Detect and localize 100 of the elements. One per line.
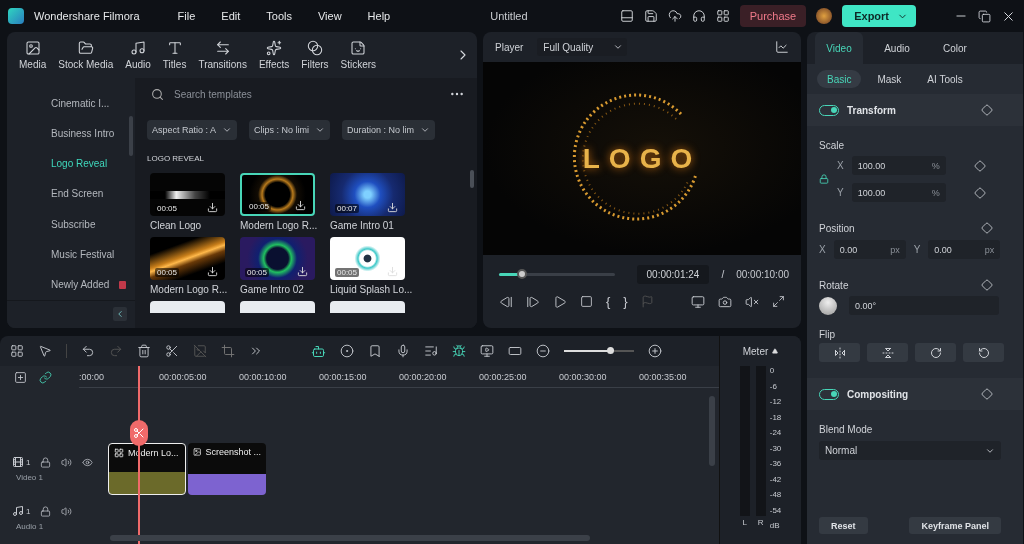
subtab[interactable]: Basic: [817, 70, 862, 88]
media-tab[interactable]: Media: [13, 40, 53, 70]
rotate-right-button[interactable]: [915, 343, 956, 362]
chart-icon[interactable]: [775, 40, 789, 54]
lock-icon[interactable]: [40, 456, 52, 468]
search-field[interactable]: Search templates: [172, 87, 441, 101]
flip-vertical-button[interactable]: [867, 343, 908, 362]
record-icon[interactable]: [340, 344, 354, 358]
stop-icon[interactable]: [580, 295, 593, 308]
eye-icon[interactable]: [82, 456, 94, 468]
media-tab[interactable]: Effects: [252, 40, 296, 70]
media-tab[interactable]: Filters: [295, 40, 335, 70]
quality-dropdown[interactable]: Full Quality: [537, 38, 628, 56]
keyframe-icon[interactable]: [981, 222, 993, 234]
rotate-left-icon[interactable]: [977, 346, 990, 359]
rotate-field[interactable]: 0.00°: [849, 296, 999, 315]
next-frame-icon[interactable]: [526, 294, 540, 309]
pointer-icon[interactable]: [38, 344, 52, 358]
keyframe-icon[interactable]: [973, 159, 986, 172]
speaker-icon[interactable]: [61, 456, 73, 468]
effects-icon[interactable]: [266, 40, 283, 56]
fullscreen-icon[interactable]: [772, 295, 785, 308]
stock-icon[interactable]: [77, 40, 94, 56]
grid-icon[interactable]: [715, 9, 730, 23]
keyframe-panel-button[interactable]: Keyframe Panel: [909, 517, 1001, 534]
category-item[interactable]: Newly Added: [7, 269, 135, 300]
download-icon[interactable]: [207, 202, 218, 213]
media-tab[interactable]: Transitions: [192, 40, 253, 70]
zoom-thumb[interactable]: [606, 347, 614, 354]
category-item[interactable]: Cinematic I...: [7, 88, 135, 119]
media-tab[interactable]: Stickers: [334, 40, 383, 70]
link-icon[interactable]: [39, 370, 52, 384]
subtab[interactable]: AI Tools: [917, 70, 973, 88]
template-card[interactable]: 00:05 Modern Logo R...: [150, 237, 236, 295]
scale-x-field[interactable]: 100.00 %: [851, 156, 946, 175]
property-tab[interactable]: Audio: [873, 32, 921, 64]
keyframe-icon[interactable]: [981, 104, 993, 116]
scale-y-field[interactable]: 100.00 %: [851, 183, 946, 202]
position-x-field[interactable]: 0.00 px: [833, 240, 906, 259]
position-y-field[interactable]: 0.00 px: [928, 240, 1001, 259]
reset-button[interactable]: Reset: [819, 517, 868, 534]
category-item[interactable]: Subscribe: [7, 208, 135, 240]
caret-icon[interactable]: [772, 348, 779, 354]
menu-item[interactable]: View: [309, 10, 350, 22]
keyframe-icon[interactable]: [981, 388, 993, 400]
media-tab[interactable]: Audio: [119, 40, 157, 70]
download-icon[interactable]: [387, 202, 398, 213]
undo-icon[interactable]: [81, 344, 95, 358]
download-icon[interactable]: [297, 266, 308, 277]
mute-icon[interactable]: [745, 294, 759, 309]
export-button[interactable]: Export: [842, 5, 916, 27]
music-list-icon[interactable]: [424, 344, 438, 358]
progress-thumb[interactable]: [517, 269, 528, 279]
download-icon[interactable]: [295, 200, 306, 211]
media-tab[interactable]: Stock Media: [52, 40, 120, 70]
time-ruler[interactable]: :00:00 00:00:05:00 00:00:10:00 00:00:15:00 00:00:20:00 00:00:25:00 00:00:30:00 00:00:35:00: [79, 366, 719, 388]
purchase-button[interactable]: Purchase: [739, 5, 807, 27]
fit-icon[interactable]: [508, 344, 522, 358]
restore-icon[interactable]: [978, 9, 991, 23]
property-tab[interactable]: Color: [931, 32, 979, 64]
transitions-icon[interactable]: [214, 40, 231, 56]
filters-icon[interactable]: [306, 40, 323, 56]
timeline-clip[interactable]: Screenshot ...: [188, 443, 266, 495]
flip-horizontal-button[interactable]: [819, 343, 860, 362]
previous-frame-icon[interactable]: [499, 294, 513, 309]
category-item[interactable]: Business Intro: [7, 118, 135, 149]
filter-dropdown[interactable]: Aspect Ratio : A: [147, 120, 238, 140]
caret-icon[interactable]: [613, 42, 624, 52]
camera-icon[interactable]: [718, 294, 732, 309]
save-icon[interactable]: [643, 9, 658, 23]
category-item[interactable]: End Screen: [7, 178, 135, 209]
rotate-left-button[interactable]: [963, 343, 1004, 362]
subtab[interactable]: Mask: [867, 70, 912, 88]
keyframe-icon[interactable]: [973, 186, 986, 199]
download-icon[interactable]: [207, 266, 218, 277]
zoom-in-icon[interactable]: [648, 344, 662, 358]
lock-icon[interactable]: [40, 505, 52, 517]
robot-icon[interactable]: [311, 343, 326, 359]
template-card[interactable]: 00:07 Game Intro 01: [330, 173, 416, 231]
monitor-icon[interactable]: [691, 294, 705, 309]
keyframe-icon[interactable]: [981, 279, 993, 291]
filter-dropdown[interactable]: Duration : No lim: [342, 120, 436, 140]
titles-icon[interactable]: [166, 40, 183, 56]
menu-item[interactable]: Help: [359, 10, 399, 22]
scissors-icon[interactable]: [165, 344, 179, 358]
audio-icon[interactable]: [130, 40, 147, 56]
trash-icon[interactable]: [137, 344, 151, 358]
menu-item[interactable]: File: [169, 10, 204, 22]
speaker-icon[interactable]: [61, 505, 73, 517]
lock-icon[interactable]: [819, 174, 829, 184]
template-thumbnail[interactable]: [240, 301, 315, 313]
property-tab[interactable]: Video: [815, 32, 863, 64]
chevrons-right-icon[interactable]: [249, 344, 263, 358]
avatar[interactable]: [816, 8, 833, 24]
blend-mode-dropdown[interactable]: Normal: [819, 441, 1001, 460]
preview-icon[interactable]: [480, 344, 494, 358]
flip-vertical-icon[interactable]: [881, 346, 894, 359]
bug-icon[interactable]: [452, 344, 466, 358]
template-thumbnail[interactable]: [150, 301, 225, 313]
template-thumbnail[interactable]: [330, 301, 405, 313]
